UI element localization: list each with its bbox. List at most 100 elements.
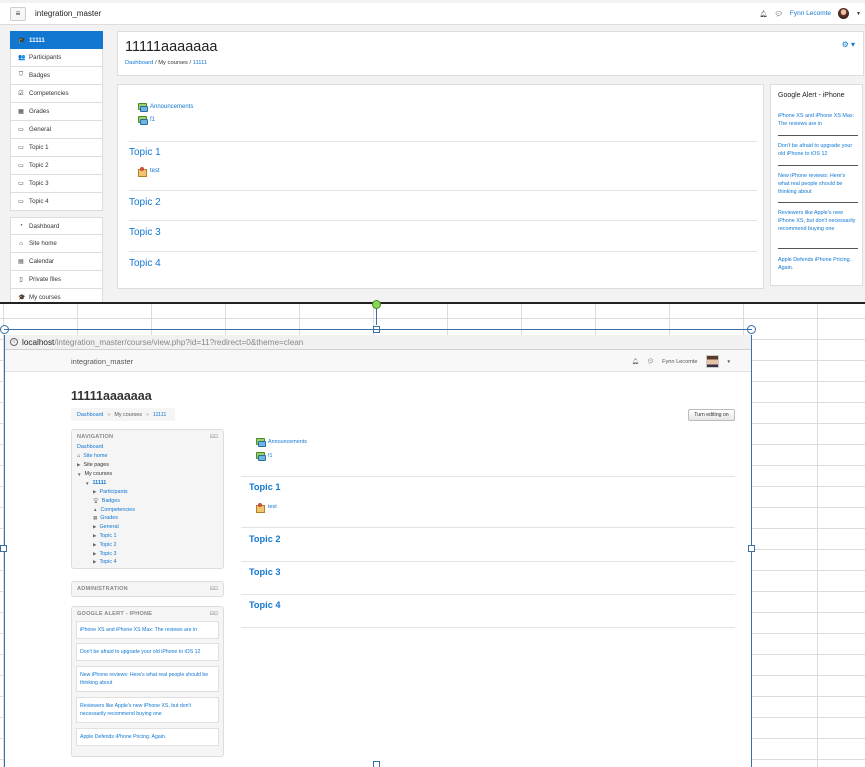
drawer-item-my-courses[interactable]: 🎓 My courses xyxy=(10,289,103,302)
nav-course-item-label: Competencies xyxy=(100,506,135,513)
google-alert-block: GOOGLE ALERT - IPHONE ⊟⊡ iPhone XS and i… xyxy=(71,606,224,757)
chevron-down-icon[interactable]: ▼ xyxy=(727,359,731,364)
avatar[interactable] xyxy=(838,8,850,19)
nav-course-item-topic-1[interactable]: ▶ Topic 1 xyxy=(93,533,117,539)
drawer-item-dashboard[interactable]: ◔ Dashboard xyxy=(10,217,103,235)
chat-icon[interactable]: 💬︎ xyxy=(775,10,783,18)
nav-course-item-topic-2[interactable]: ▶ Topic 2 xyxy=(93,542,117,548)
resize-handle-right[interactable] xyxy=(748,545,755,552)
nav-course-item-general[interactable]: ▶ General xyxy=(93,524,119,530)
topic-3-heading[interactable]: Topic 3 xyxy=(249,567,280,577)
calendar-icon: ▤ xyxy=(18,259,24,265)
drawer-item-topic-4[interactable]: ▭ Topic 4 xyxy=(10,193,103,211)
news-item[interactable]: New iPhone reviews: Here's what real peo… xyxy=(76,666,219,692)
nav-course-item-grades[interactable]: ▦ Grades xyxy=(93,515,118,521)
nav-course-item-topic-3[interactable]: ▶ Topic 3 xyxy=(93,551,117,557)
drawer-item-calendar[interactable]: ▤ Calendar xyxy=(10,253,103,271)
topic-3-heading[interactable]: Topic 3 xyxy=(129,227,161,238)
drawer-item-topic-2[interactable]: ▭ Topic 2 xyxy=(10,157,103,175)
breadcrumb-course[interactable]: 11111 xyxy=(193,60,207,66)
drawer-item-competencies[interactable]: ☑ Competencies xyxy=(10,85,103,103)
drawer-item-11111[interactable]: 🎓 11111 xyxy=(10,31,103,49)
activity-f1[interactable]: f1 xyxy=(256,452,273,461)
rotate-handle-stem xyxy=(376,309,377,325)
drawer-item-private-files[interactable]: ▯ Private files xyxy=(10,271,103,289)
nav-course-item-badges[interactable]: 🏆︎ Badges xyxy=(93,498,120,504)
breadcrumb-course[interactable]: 11111 xyxy=(153,412,166,418)
clean-navbar: integration_master 🔔︎ 💬︎ Fynn Lecomte ▼ xyxy=(5,350,751,372)
news-item[interactable]: Don't be afraid to upgrade your old iPho… xyxy=(76,643,219,661)
nav-site-home[interactable]: ⌂ Site home xyxy=(77,453,108,459)
resize-handle-left[interactable] xyxy=(0,545,7,552)
news-item[interactable]: Reviewers like Apple's new iPhone XS, bu… xyxy=(778,209,858,233)
activity-f1[interactable]: f1 xyxy=(138,116,155,125)
drawer-item-label: Topic 4 xyxy=(29,198,49,205)
avatar[interactable] xyxy=(705,355,719,368)
forum-icon xyxy=(256,452,266,461)
rotate-handle[interactable] xyxy=(372,300,381,309)
turn-editing-on-button[interactable]: Turn editing on xyxy=(688,409,735,421)
divider xyxy=(778,248,858,249)
user-name[interactable]: Fynn Lecomte xyxy=(662,359,697,365)
news-item[interactable]: New iPhone reviews: Here's what real peo… xyxy=(778,172,858,196)
folder-icon: ▭ xyxy=(18,145,24,151)
news-item[interactable]: iPhone XS and iPhone XS Max: The reviews… xyxy=(778,112,858,128)
activity-announcements[interactable]: Announcements xyxy=(256,438,307,447)
expand-icon: ▶ xyxy=(93,541,97,547)
breadcrumb: Dashboard / My courses / 11111 xyxy=(125,60,208,66)
nav-course-item-topic-4[interactable]: ▶ Topic 4 xyxy=(93,559,117,565)
expand-icon: ▶ xyxy=(93,524,97,530)
breadcrumb-dashboard[interactable]: Dashboard xyxy=(125,60,153,66)
news-item[interactable]: iPhone XS and iPhone XS Max: The reviews… xyxy=(76,621,219,639)
gear-icon[interactable]: ⚙ ▾ xyxy=(842,40,855,49)
nav-course-item-competencies[interactable]: ▲ Competencies xyxy=(93,507,135,513)
breadcrumb-my-courses[interactable]: My courses xyxy=(114,412,142,418)
drawer-item-topic-3[interactable]: ▭ Topic 3 xyxy=(10,175,103,193)
site-name[interactable]: integration_master xyxy=(71,357,133,366)
activity-test[interactable]: test xyxy=(138,167,160,177)
section-divider xyxy=(241,627,735,628)
drawer-item-label: Topic 2 xyxy=(29,162,49,169)
topic-2-heading[interactable]: Topic 2 xyxy=(129,197,161,208)
news-item[interactable]: Apple Defends iPhone Pricing. Again. xyxy=(76,728,219,746)
news-item[interactable]: Apple Defends iPhone Pricing. Again. xyxy=(778,256,858,272)
topic-1-heading[interactable]: Topic 1 xyxy=(129,147,161,158)
topic-2-heading[interactable]: Topic 2 xyxy=(249,534,280,544)
site-name[interactable]: integration_master xyxy=(35,9,101,18)
trophy-icon: 🏆︎ xyxy=(93,497,99,503)
drawer-item-general[interactable]: ▭ General xyxy=(10,121,103,139)
block-controls-icon[interactable]: ⊟⊡ xyxy=(210,611,218,617)
nav-dashboard[interactable]: Dashboard xyxy=(77,444,103,450)
forum-icon xyxy=(138,116,148,125)
user-name[interactable]: Fynn Lecomte xyxy=(790,10,831,17)
news-item[interactable]: Don't be afraid to upgrade your old iPho… xyxy=(778,142,858,158)
topic-1-heading[interactable]: Topic 1 xyxy=(249,482,280,492)
breadcrumb-dashboard[interactable]: Dashboard xyxy=(77,412,103,418)
breadcrumb-my-courses[interactable]: My courses xyxy=(158,60,188,66)
resize-handle-bottom[interactable] xyxy=(373,761,380,767)
info-icon[interactable]: i xyxy=(10,338,18,346)
bell-icon[interactable]: 🔔︎ xyxy=(759,10,767,18)
bell-icon[interactable]: 🔔︎ xyxy=(632,359,639,365)
drawer-item-participants[interactable]: 👥 Participants xyxy=(10,49,103,67)
activity-test[interactable]: test xyxy=(256,503,277,513)
drawer-item-site-home[interactable]: ⌂ Site home xyxy=(10,235,103,253)
folder-icon: ▭ xyxy=(18,163,24,169)
nav-site-pages[interactable]: ▶ Site pages xyxy=(77,462,109,468)
drawer-item-topic-1[interactable]: ▭ Topic 1 xyxy=(10,139,103,157)
topic-4-heading[interactable]: Topic 4 xyxy=(129,258,161,269)
activity-announcements[interactable]: Announcements xyxy=(138,103,193,112)
nav-course-item-participants[interactable]: ▶ Participants xyxy=(93,489,128,495)
block-controls-icon[interactable]: ⊟⊡ xyxy=(210,586,218,592)
drawer-item-badges[interactable]: ⛉ Badges xyxy=(10,67,103,85)
nav-course[interactable]: ▼ 11111 xyxy=(85,480,106,486)
nav-my-courses[interactable]: ▼ My courses xyxy=(77,471,112,477)
chat-icon[interactable]: 💬︎ xyxy=(647,359,654,365)
drawer-item-grades[interactable]: ▦ Grades xyxy=(10,103,103,121)
address-bar[interactable]: i localhost/integration_master/course/vi… xyxy=(5,335,751,350)
news-item[interactable]: Reviewers like Apple's new iPhone XS, bu… xyxy=(76,697,219,723)
block-controls-icon[interactable]: ⊟⊡ xyxy=(210,434,218,440)
hamburger-menu-icon[interactable]: ≡ xyxy=(10,6,26,21)
topic-4-heading[interactable]: Topic 4 xyxy=(249,600,280,610)
chevron-down-icon[interactable]: ▼ xyxy=(856,11,861,17)
